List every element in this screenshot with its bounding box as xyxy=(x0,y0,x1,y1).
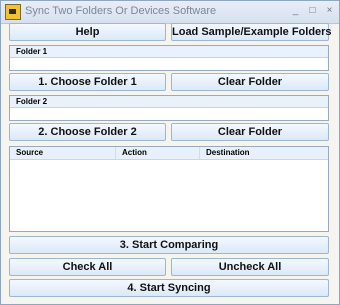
destination-column-header[interactable]: Destination xyxy=(200,147,328,159)
minimize-button[interactable]: _ xyxy=(288,4,303,18)
start-comparing-button[interactable]: 3. Start Comparing xyxy=(9,236,329,254)
title-bar[interactable]: Sync Two Folders Or Devices Software _ □… xyxy=(1,1,339,24)
close-button[interactable]: × xyxy=(322,4,337,18)
source-column-header[interactable]: Source xyxy=(10,147,116,159)
clear-folder-2-button[interactable]: Clear Folder xyxy=(171,123,329,141)
choose-folder-1-button[interactable]: 1. Choose Folder 1 xyxy=(9,73,166,91)
folder-2-box: Folder 2 xyxy=(9,95,329,121)
uncheck-all-button[interactable]: Uncheck All xyxy=(171,258,329,276)
results-list[interactable]: Source Action Destination xyxy=(9,146,329,232)
folder-1-label: Folder 1 xyxy=(10,46,328,58)
action-column-header[interactable]: Action xyxy=(116,147,200,159)
folder-2-path[interactable] xyxy=(13,109,327,120)
load-sample-button[interactable]: Load Sample/Example Folders xyxy=(171,23,332,41)
start-syncing-button[interactable]: 4. Start Syncing xyxy=(9,279,329,297)
folder-1-path[interactable] xyxy=(13,59,327,70)
folder-2-label: Folder 2 xyxy=(10,96,328,108)
folder-1-box: Folder 1 xyxy=(9,45,329,71)
check-all-button[interactable]: Check All xyxy=(9,258,166,276)
clear-folder-1-button[interactable]: Clear Folder xyxy=(171,73,329,91)
choose-folder-2-button[interactable]: 2. Choose Folder 2 xyxy=(9,123,166,141)
help-button[interactable]: Help xyxy=(9,23,166,41)
maximize-button[interactable]: □ xyxy=(305,4,320,18)
main-window: Sync Two Folders Or Devices Software _ □… xyxy=(0,0,340,305)
results-header: Source Action Destination xyxy=(10,147,328,160)
window-title: Sync Two Folders Or Devices Software xyxy=(25,5,217,17)
folder-app-icon xyxy=(5,4,21,20)
